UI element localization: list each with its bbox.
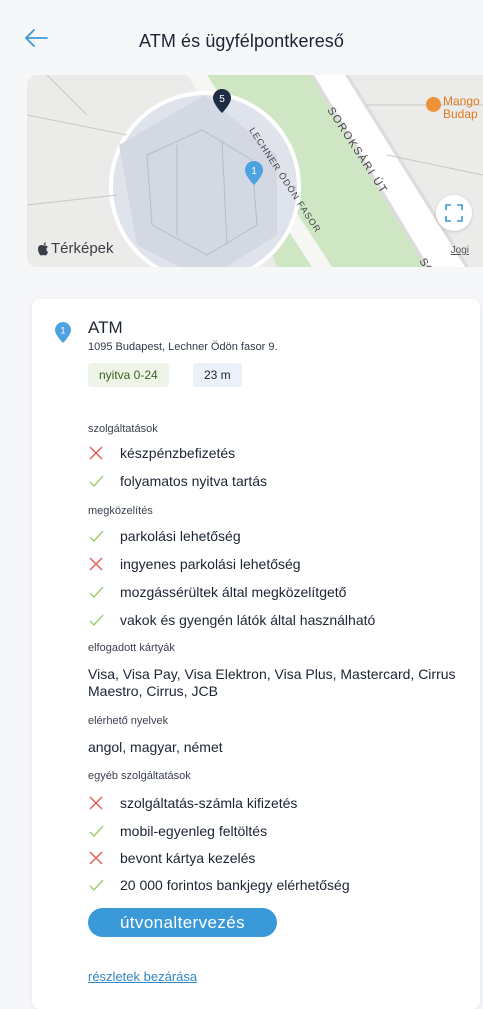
map-brand-label: Térképek (51, 240, 114, 257)
other-service-item: bevont kártya kezelés (88, 847, 255, 869)
location-pin-icon: 1 (55, 322, 71, 343)
service-item: készpénzbefizetés (88, 442, 235, 464)
atm-address: 1095 Budapest, Lechner Ödön fasor 9. (88, 341, 278, 353)
service-item: folyamatos nyitva tartás (88, 470, 267, 492)
check-icon (89, 825, 104, 838)
route-planning-button[interactable]: útvonaltervezés (88, 908, 277, 937)
cross-icon (89, 851, 103, 865)
header: ATM és ügyfélpontkereső (0, 0, 483, 70)
languages-label: elérhető nyelvek (88, 715, 169, 727)
approach-label: megközelítés (88, 505, 153, 517)
cross-icon (89, 557, 103, 571)
other-service-item: mobil-egyenleg feltöltés (88, 820, 267, 842)
cards-label: elfogadott kártyák (88, 642, 175, 654)
check-icon (89, 879, 104, 892)
svg-text:1: 1 (251, 166, 257, 177)
legal-link[interactable]: Jogi (451, 245, 469, 256)
check-icon (89, 475, 104, 488)
map-brand: Térképek (37, 240, 114, 257)
languages-text: angol, magyar, német (88, 739, 223, 755)
cross-icon (89, 446, 103, 460)
approach-item: vakok és gyengén látók által használható (88, 609, 375, 631)
svg-text:1: 1 (60, 326, 65, 336)
map-marker-1[interactable]: 1 (245, 161, 263, 185)
approach-item: ingyenes parkolási lehetőség (88, 553, 301, 575)
expand-icon (445, 204, 463, 222)
cross-icon (89, 796, 103, 810)
expand-map-button[interactable] (436, 195, 472, 231)
other-service-item: szolgáltatás-számla kifizetés (88, 792, 297, 814)
distance-badge: 23 m (193, 363, 242, 387)
poi-label-line2: Budap (443, 107, 478, 121)
services-label: szolgáltatások (88, 423, 158, 435)
atm-detail-card: 1 ATM 1095 Budapest, Lechner Ödön fasor … (32, 299, 480, 1009)
approach-item: parkolási lehetőség (88, 525, 241, 547)
opening-hours-badge: nyitva 0-24 (88, 363, 169, 387)
map-poi[interactable]: Mango Budap (426, 95, 480, 121)
page-title: ATM és ügyfélpontkereső (138, 31, 345, 51)
atm-title: ATM (88, 318, 123, 337)
restaurant-icon (426, 97, 441, 112)
check-icon (89, 614, 104, 627)
check-icon (89, 530, 104, 543)
close-details-link[interactable]: részletek bezárása (88, 969, 197, 984)
map-view[interactable]: SOROKSÁRI ÚT LECHNER ÖDÖN FASOR SO 5 1 M… (27, 75, 483, 267)
apple-icon (38, 242, 48, 255)
svg-text:5: 5 (219, 94, 225, 105)
approach-item: mozgássérültek által megközelítgető (88, 581, 346, 603)
accepted-cards-text: Visa, Visa Pay, Visa Elektron, Visa Plus… (88, 666, 456, 699)
other-service-item: 20 000 forintos bankjegy elérhetőség (88, 874, 350, 896)
check-icon (89, 586, 104, 599)
map-marker-5[interactable]: 5 (213, 89, 231, 113)
other-services-label: egyéb szolgáltatások (88, 770, 191, 782)
